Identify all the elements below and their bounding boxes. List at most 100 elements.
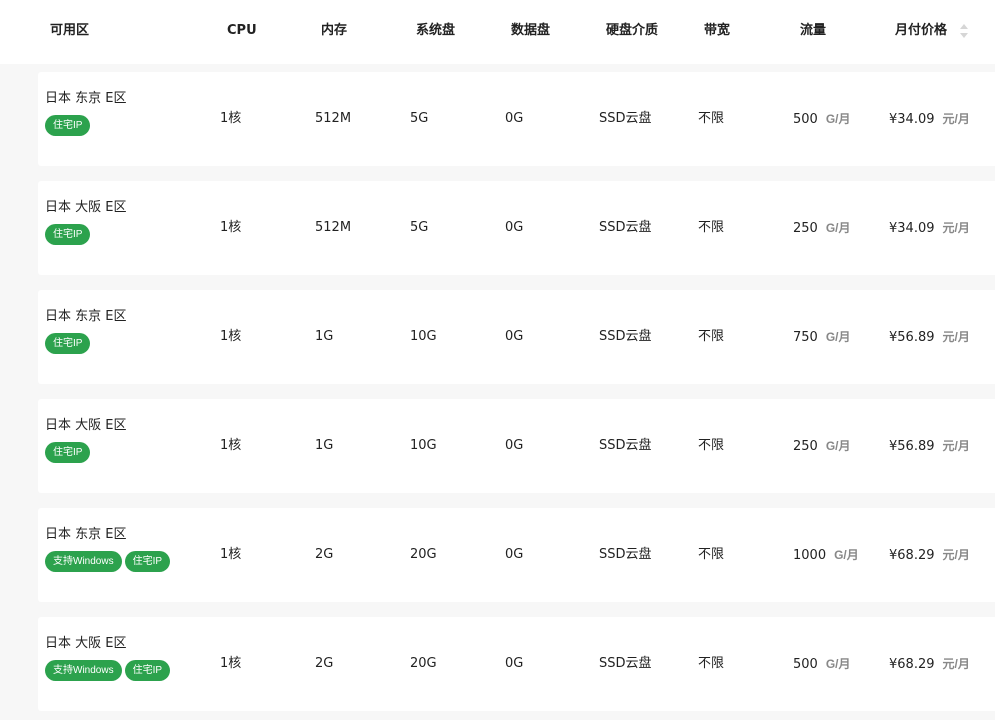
price-cell: ¥56.89 元/月	[889, 328, 970, 347]
header-monthly-price[interactable]: 月付价格	[895, 22, 947, 40]
disk-medium-value: SSD云盘	[599, 329, 652, 344]
system-disk-value: 5G	[410, 111, 429, 126]
residential-ip-badge: 住宅IP	[45, 333, 91, 354]
cpu-value: 1核	[220, 220, 242, 235]
memory-value: 1G	[315, 438, 334, 453]
table-row[interactable]: 日本 大阪 E区 住宅IP 1核 1G 10G 0G SSD云盘 不限 250 G…	[38, 399, 995, 493]
sort-icon[interactable]	[959, 24, 969, 40]
price-value: ¥34.09	[889, 112, 935, 127]
memory-value: 1G	[315, 329, 334, 344]
disk-medium-value: SSD云盘	[599, 111, 652, 126]
disk-medium-value: SSD云盘	[599, 438, 652, 453]
price-cell: ¥68.29 元/月	[889, 546, 970, 565]
traffic-value: 250	[793, 221, 818, 236]
plan-table: 可用区 CPU 内存 系统盘 数据盘 硬盘介质 带宽 流量 月付价格 日本 东京…	[0, 0, 995, 720]
memory-value: 2G	[315, 656, 334, 671]
data-disk-value: 0G	[505, 111, 524, 126]
disk-medium-value: SSD云盘	[599, 547, 652, 562]
tag-list: 住宅IP	[45, 115, 93, 136]
data-disk-value: 0G	[505, 220, 524, 235]
header-data-disk: 数据盘	[511, 23, 551, 38]
table-row[interactable]: 日本 大阪 E区 支持Windows 住宅IP 1核 2G 20G 0G SSD云…	[38, 617, 995, 711]
table-row[interactable]: 日本 东京 E区 住宅IP 1核 512M 5G 0G SSD云盘 不限 500…	[38, 72, 995, 166]
zone-name: 日本 东京 E区	[45, 309, 127, 324]
price-unit: 元/月	[942, 221, 970, 235]
memory-value: 2G	[315, 547, 334, 562]
traffic-value: 500	[793, 657, 818, 672]
table-header: 可用区 CPU 内存 系统盘 数据盘 硬盘介质 带宽 流量 月付价格	[0, 0, 995, 64]
traffic-cell: 500 G/月	[793, 110, 851, 129]
traffic-unit: G/月	[825, 439, 851, 453]
tag-list: 支持Windows 住宅IP	[45, 660, 173, 681]
system-disk-value: 10G	[410, 438, 437, 453]
table-row[interactable]: 日本 东京 E区 支持Windows 住宅IP 1核 2G 20G 0G SSD云…	[38, 508, 995, 602]
cpu-value: 1核	[220, 329, 242, 344]
system-disk-value: 20G	[410, 547, 437, 562]
cpu-value: 1核	[220, 547, 242, 562]
price-unit: 元/月	[942, 330, 970, 344]
traffic-cell: 250 G/月	[793, 437, 851, 456]
header-traffic: 流量	[800, 23, 827, 38]
traffic-value: 1000	[793, 548, 827, 563]
system-disk-value: 20G	[410, 656, 437, 671]
price-value: ¥34.09	[889, 221, 935, 236]
zone-name: 日本 大阪 E区	[45, 200, 127, 215]
memory-value: 512M	[315, 111, 352, 126]
system-disk-value: 5G	[410, 220, 429, 235]
table-body: 日本 东京 E区 住宅IP 1核 512M 5G 0G SSD云盘 不限 500…	[0, 64, 995, 720]
bandwidth-value: 不限	[698, 111, 725, 126]
price-cell: ¥56.89 元/月	[889, 437, 970, 456]
traffic-unit: G/月	[825, 112, 851, 126]
residential-ip-badge: 住宅IP	[45, 115, 91, 136]
data-disk-value: 0G	[505, 329, 524, 344]
zone-name: 日本 东京 E区	[45, 527, 127, 542]
price-value: ¥56.89	[889, 439, 935, 454]
price-cell: ¥34.09 元/月	[889, 219, 970, 238]
price-unit: 元/月	[942, 439, 970, 453]
data-disk-value: 0G	[505, 547, 524, 562]
table-row[interactable]: 日本 大阪 E区 住宅IP 1核 512M 5G 0G SSD云盘 不限 250…	[38, 181, 995, 275]
disk-medium-value: SSD云盘	[599, 656, 652, 671]
windows-support-badge: 支持Windows	[45, 660, 122, 681]
traffic-value: 750	[793, 330, 818, 345]
tag-list: 支持Windows 住宅IP	[45, 551, 173, 572]
zone-name: 日本 大阪 E区	[45, 636, 127, 651]
disk-medium-value: SSD云盘	[599, 220, 652, 235]
traffic-value: 250	[793, 439, 818, 454]
header-system-disk: 系统盘	[416, 23, 456, 38]
bandwidth-value: 不限	[698, 220, 725, 235]
data-disk-value: 0G	[505, 656, 524, 671]
sort-ascending-icon[interactable]	[960, 24, 968, 29]
zone-name: 日本 大阪 E区	[45, 418, 127, 433]
price-value: ¥68.29	[889, 548, 935, 563]
header-bandwidth: 带宽	[704, 23, 731, 38]
traffic-value: 500	[793, 112, 818, 127]
memory-value: 512M	[315, 220, 352, 235]
traffic-unit: G/月	[825, 657, 851, 671]
price-unit: 元/月	[942, 112, 970, 126]
residential-ip-badge: 住宅IP	[124, 660, 171, 681]
cpu-value: 1核	[220, 438, 242, 453]
header-zone: 可用区	[50, 23, 90, 38]
price-unit: 元/月	[942, 657, 970, 671]
traffic-cell: 1000 G/月	[793, 546, 859, 565]
zone-name: 日本 东京 E区	[45, 91, 127, 106]
cpu-value: 1核	[220, 656, 242, 671]
bandwidth-value: 不限	[698, 438, 725, 453]
residential-ip-badge: 住宅IP	[45, 224, 91, 245]
sort-descending-icon[interactable]	[960, 33, 968, 38]
residential-ip-badge: 住宅IP	[124, 551, 171, 572]
header-disk-medium: 硬盘介质	[606, 23, 659, 38]
price-unit: 元/月	[942, 548, 970, 562]
windows-support-badge: 支持Windows	[45, 551, 122, 572]
data-disk-value: 0G	[505, 438, 524, 453]
price-value: ¥56.89	[889, 330, 935, 345]
traffic-cell: 750 G/月	[793, 328, 851, 347]
traffic-unit: G/月	[825, 330, 851, 344]
price-value: ¥68.29	[889, 657, 935, 672]
tag-list: 住宅IP	[45, 442, 93, 463]
bandwidth-value: 不限	[698, 656, 725, 671]
bandwidth-value: 不限	[698, 547, 725, 562]
tag-list: 住宅IP	[45, 333, 93, 354]
table-row[interactable]: 日本 东京 E区 住宅IP 1核 1G 10G 0G SSD云盘 不限 750 G…	[38, 290, 995, 384]
